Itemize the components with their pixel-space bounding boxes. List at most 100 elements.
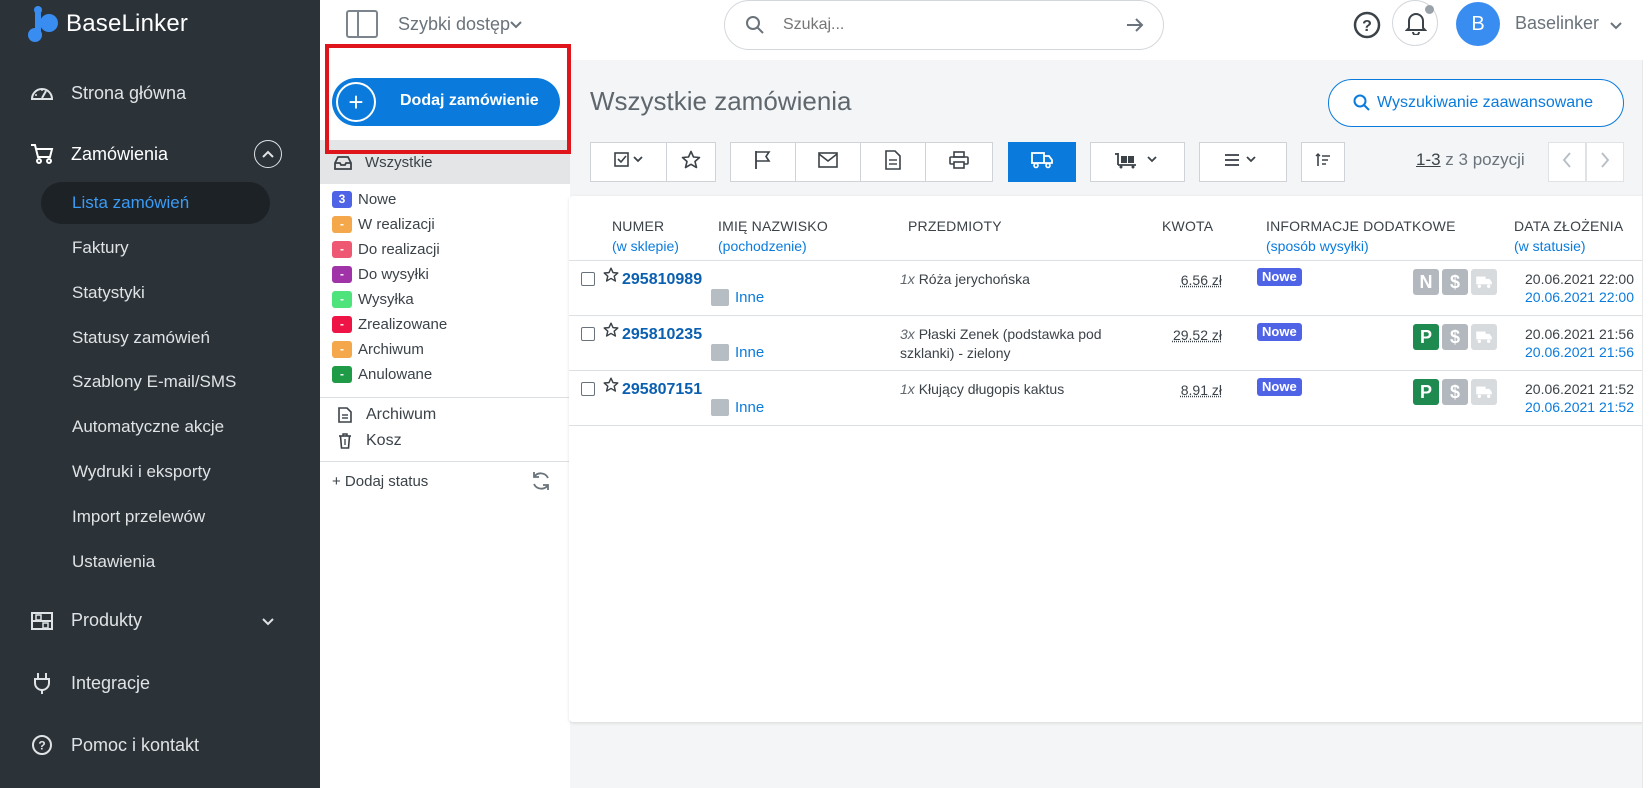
status-item-completed[interactable]: - Zrealizowane (332, 314, 447, 334)
notifications-button[interactable] (1392, 0, 1438, 46)
nav-orders[interactable]: Zamówienia (0, 132, 320, 176)
status-item-cancelled[interactable]: - Anulowane (332, 364, 432, 384)
column-header-number[interactable]: NUMER (w sklepie) (612, 218, 679, 254)
trash-link[interactable]: Kosz (334, 432, 402, 450)
column-header-items[interactable]: PRZEDMIOTY (908, 218, 1002, 234)
payment-status-p-icon[interactable]: P (1413, 324, 1439, 350)
page-title: Wszystkie zamówienia (590, 86, 852, 116)
payment-status-n-icon[interactable]: N (1413, 269, 1439, 295)
refresh-icon[interactable] (530, 470, 552, 497)
order-source-link[interactable]: Inne (735, 289, 764, 306)
column-header-info[interactable]: INFORMACJE DODATKOWE (sposób wysyłki) (1266, 218, 1456, 254)
flag-button[interactable] (730, 142, 796, 182)
list-view-dropdown[interactable] (1199, 142, 1287, 182)
order-source-link[interactable]: Inne (735, 399, 764, 416)
prev-page-button[interactable] (1548, 142, 1586, 182)
warehouse-dropdown[interactable] (1090, 142, 1185, 182)
next-page-button[interactable] (1586, 142, 1624, 182)
status-date[interactable]: 20.06.2021 21:56 (1525, 344, 1634, 360)
row-checkbox[interactable] (581, 382, 595, 396)
nav-integrations[interactable]: Integracje (0, 661, 320, 705)
star-icon[interactable] (603, 267, 619, 288)
star-icon[interactable] (603, 322, 619, 343)
dollar-icon[interactable]: $ (1442, 379, 1468, 405)
order-item[interactable]: 1x Kłujący długopis kaktus (900, 380, 1120, 399)
sort-button[interactable] (1301, 142, 1345, 182)
column-header-amount[interactable]: KWOTA (1162, 218, 1213, 234)
dollar-icon[interactable]: $ (1442, 269, 1468, 295)
print-button[interactable] (925, 142, 993, 182)
order-item[interactable]: 1x Róża jerychońska (900, 270, 1120, 289)
pagination-range[interactable]: 1-3 (1416, 150, 1441, 169)
status-label: Do wysyłki (358, 265, 429, 283)
nav-home[interactable]: Strona główna (0, 71, 320, 115)
dollar-icon[interactable]: $ (1442, 324, 1468, 350)
status-item-to-process[interactable]: - Do realizacji (332, 239, 440, 259)
arrow-right-icon[interactable] (1125, 15, 1145, 40)
status-badge[interactable]: Nowe (1257, 378, 1302, 396)
order-source-link[interactable]: Inne (735, 344, 764, 361)
status-all[interactable]: Wszystkie (320, 140, 570, 184)
favorite-button[interactable] (666, 142, 716, 182)
nav-products[interactable]: Produkty (0, 598, 320, 642)
order-number-link[interactable]: 295810989 (622, 271, 702, 289)
document-icon (885, 149, 901, 175)
archive-link[interactable]: Archiwum (334, 406, 436, 424)
help-question-icon[interactable]: ? (1352, 10, 1382, 40)
status-item-archive[interactable]: - Archiwum (332, 339, 424, 359)
avatar[interactable]: B (1456, 2, 1500, 46)
status-item-in-progress[interactable]: - W realizacji (332, 214, 435, 234)
sidebar-item-automatic-actions[interactable]: Automatyczne akcje (72, 417, 224, 437)
order-amount[interactable]: 29.52 zł (1120, 327, 1222, 343)
truck-icon[interactable] (1471, 269, 1497, 295)
sidebar-toggle-icon[interactable] (346, 10, 378, 38)
sidebar-item-printouts-exports[interactable]: Wydruki i eksporty (72, 462, 211, 482)
table-row[interactable]: 295810235 Inne 3x Płaski Zenek (podstawk… (569, 316, 1651, 371)
order-number-link[interactable]: 295807151 (622, 381, 702, 399)
scrollbar[interactable] (1642, 60, 1651, 788)
add-order-button[interactable]: + Dodaj zamówienie (332, 78, 560, 126)
status-item-to-ship[interactable]: - Do wysyłki (332, 264, 429, 284)
status-badge[interactable]: Nowe (1257, 268, 1302, 286)
user-menu[interactable]: Baselinker (1515, 13, 1599, 34)
table-row[interactable]: 295810989 Inne 1x Róża jerychońska 6.56 … (569, 261, 1651, 316)
table-row[interactable]: 295807151 Inne 1x Kłujący długopis kaktu… (569, 371, 1651, 426)
add-status-link[interactable]: + Dodaj status (332, 473, 428, 490)
truck-icon[interactable] (1471, 379, 1497, 405)
logo[interactable]: BaseLinker (26, 4, 188, 44)
star-icon[interactable] (603, 377, 619, 398)
sidebar-item-email-sms-templates[interactable]: Szablony E-mail/SMS (72, 372, 236, 392)
row-checkbox[interactable] (581, 327, 595, 341)
status-date[interactable]: 20.06.2021 22:00 (1525, 289, 1634, 305)
nav-help[interactable]: ? Pomoc i kontakt (0, 723, 320, 767)
column-header-name[interactable]: IMIĘ NAZWISKO (pochodzenie) (718, 218, 828, 254)
sidebar-item-order-statuses[interactable]: Statusy zamówień (72, 328, 210, 348)
document-button[interactable] (860, 142, 926, 182)
email-button[interactable] (795, 142, 861, 182)
advanced-search-button[interactable]: Wyszukiwanie zaawansowane (1328, 79, 1624, 127)
shipping-button[interactable] (1008, 142, 1076, 182)
status-item-shipping[interactable]: - Wysyłka (332, 289, 414, 309)
status-date[interactable]: 20.06.2021 21:52 (1525, 399, 1634, 415)
status-badge[interactable]: Nowe (1257, 323, 1302, 341)
select-all-dropdown[interactable] (590, 142, 667, 182)
sidebar-item-statistics[interactable]: Statystyki (72, 283, 145, 303)
order-item[interactable]: 3x Płaski Zenek (podstawka pod szklanki)… (900, 325, 1120, 363)
column-header-date[interactable]: DATA ZŁOŻENIA (w statusie) (1514, 218, 1623, 254)
sidebar-item-invoices[interactable]: Faktury (72, 238, 129, 258)
row-checkbox[interactable] (581, 272, 595, 286)
truck-icon[interactable] (1471, 324, 1497, 350)
svg-text:?: ? (1362, 18, 1372, 35)
order-amount[interactable]: 6.56 zł (1120, 272, 1222, 288)
order-amount[interactable]: 8.91 zł (1120, 382, 1222, 398)
sidebar-item-settings[interactable]: Ustawienia (72, 552, 155, 572)
status-item-new[interactable]: 3 Nowe (332, 189, 396, 209)
collapse-orders-button[interactable] (254, 140, 282, 168)
payment-status-p-icon[interactable]: P (1413, 379, 1439, 405)
pagination-total: z 3 pozycji (1440, 150, 1525, 169)
search-input[interactable] (783, 13, 1103, 37)
order-number-link[interactable]: 295810235 (622, 326, 702, 344)
header-text: DATA ZŁOŻENIA (1514, 218, 1624, 234)
quick-access-dropdown[interactable]: Szybki dostęp (398, 14, 510, 35)
sidebar-item-transfer-import[interactable]: Import przelewów (72, 507, 205, 527)
